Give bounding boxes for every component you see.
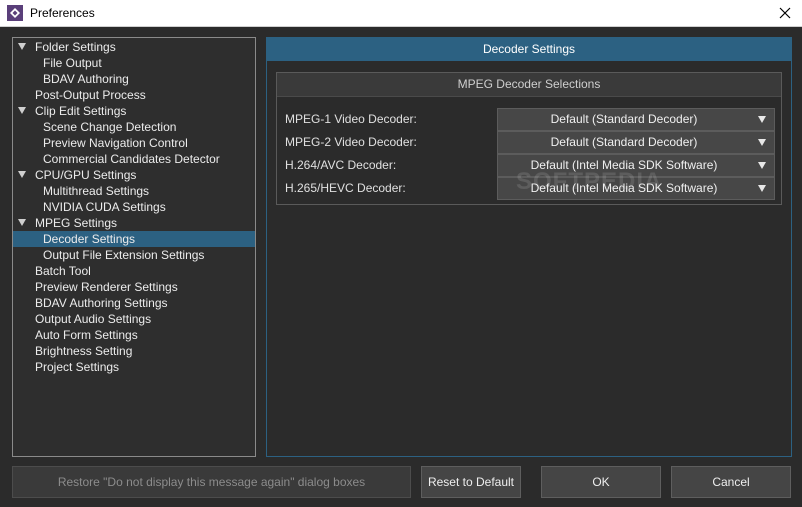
tree-item[interactable]: Project Settings <box>13 359 255 375</box>
settings-pane: Decoder Settings MPEG Decoder Selections… <box>266 37 792 457</box>
tree-item-label: Brightness Setting <box>35 344 133 358</box>
expand-arrow-icon[interactable] <box>18 43 26 50</box>
tree-item[interactable]: Clip Edit Settings <box>13 103 255 119</box>
tree-item[interactable]: Scene Change Detection <box>13 119 255 135</box>
tree-item[interactable]: Preview Navigation Control <box>13 135 255 151</box>
decoder-label: H.265/HEVC Decoder: <box>285 181 406 195</box>
mpeg-decoder-group: MPEG Decoder Selections MPEG-1 Video Dec… <box>276 72 782 205</box>
decoder-label: MPEG-2 Video Decoder: <box>285 135 417 149</box>
tree-item[interactable]: BDAV Authoring <box>13 71 255 87</box>
tree-item[interactable]: File Output <box>13 55 255 71</box>
decoder-select[interactable]: Default (Standard Decoder) <box>497 108 775 131</box>
tree-item-label: BDAV Authoring <box>43 72 129 86</box>
decoder-label: H.264/AVC Decoder: <box>285 158 397 172</box>
tree-item[interactable]: Decoder Settings <box>13 231 255 247</box>
dropdown-arrow-icon <box>758 139 766 146</box>
decoder-select[interactable]: Default (Intel Media SDK Software) <box>497 154 775 177</box>
close-icon <box>779 7 791 19</box>
group-title: MPEG Decoder Selections <box>277 73 781 97</box>
window-title: Preferences <box>30 6 95 20</box>
tree-item-label: Preview Renderer Settings <box>35 280 178 294</box>
dropdown-arrow-icon <box>758 116 766 123</box>
tree-item[interactable]: Commercial Candidates Detector <box>13 151 255 167</box>
tree-item-label: Commercial Candidates Detector <box>43 152 220 166</box>
decoder-select[interactable]: Default (Intel Media SDK Software) <box>497 177 775 200</box>
cancel-button[interactable]: Cancel <box>671 466 791 498</box>
tree-item-label: File Output <box>43 56 102 70</box>
tree-item[interactable]: CPU/GPU Settings <box>13 167 255 183</box>
tree-item-label: BDAV Authoring Settings <box>35 296 168 310</box>
tree-item-label: Clip Edit Settings <box>35 104 127 118</box>
restore-dialogs-button[interactable]: Restore "Do not display this message aga… <box>12 466 411 498</box>
tree-item-label: Decoder Settings <box>43 232 136 246</box>
close-button[interactable] <box>768 0 802 26</box>
title-bar: Preferences <box>0 0 802 27</box>
tree-item[interactable]: BDAV Authoring Settings <box>13 295 255 311</box>
decoder-label: MPEG-1 Video Decoder: <box>285 112 417 126</box>
tree-item-label: Batch Tool <box>35 264 91 278</box>
tree-item[interactable]: Folder Settings <box>13 39 255 55</box>
expand-arrow-icon[interactable] <box>18 107 26 114</box>
tree-item-label: NVIDIA CUDA Settings <box>43 200 166 214</box>
app-logo-icon <box>7 5 23 21</box>
tree-item[interactable]: Auto Form Settings <box>13 327 255 343</box>
tree-item-label: Multithread Settings <box>43 184 150 198</box>
decoder-select-value: Default (Standard Decoder) <box>550 112 698 126</box>
tree-item[interactable]: Multithread Settings <box>13 183 255 199</box>
reset-default-button[interactable]: Reset to Default <box>421 466 521 498</box>
tree-item-label: Preview Navigation Control <box>43 136 188 150</box>
tree-item-label: Output Audio Settings <box>35 312 152 326</box>
tree-item-label: MPEG Settings <box>35 216 118 230</box>
tree-item[interactable]: Output Audio Settings <box>13 311 255 327</box>
tree-item[interactable]: Output File Extension Settings <box>13 247 255 263</box>
dropdown-arrow-icon <box>758 162 766 169</box>
ok-button[interactable]: OK <box>541 466 661 498</box>
tree-item[interactable]: Batch Tool <box>13 263 255 279</box>
settings-tree[interactable]: Folder Settings File Output BDAV Authoring… <box>12 37 256 457</box>
tree-item-label: Scene Change Detection <box>43 120 177 134</box>
tree-item-label: Folder Settings <box>35 40 116 54</box>
tree-item[interactable]: Brightness Setting <box>13 343 255 359</box>
tree-item[interactable]: Preview Renderer Settings <box>13 279 255 295</box>
decoder-select-value: Default (Intel Media SDK Software) <box>530 181 718 195</box>
tree-item-label: Project Settings <box>35 360 120 374</box>
expand-arrow-icon[interactable] <box>18 219 26 226</box>
tree-item[interactable]: MPEG Settings <box>13 215 255 231</box>
decoder-select-value: Default (Intel Media SDK Software) <box>530 158 718 172</box>
tree-item[interactable]: Post-Output Process <box>13 87 255 103</box>
decoder-select-value: Default (Standard Decoder) <box>550 135 698 149</box>
pane-title: Decoder Settings <box>267 38 791 61</box>
tree-item-label: Auto Form Settings <box>35 328 138 342</box>
expand-arrow-icon[interactable] <box>18 171 26 178</box>
tree-item-label: CPU/GPU Settings <box>35 168 137 182</box>
tree-item[interactable]: NVIDIA CUDA Settings <box>13 199 255 215</box>
decoder-select[interactable]: Default (Standard Decoder) <box>497 131 775 154</box>
dropdown-arrow-icon <box>758 185 766 192</box>
tree-item-label: Post-Output Process <box>35 88 146 102</box>
tree-item-label: Output File Extension Settings <box>43 248 205 262</box>
